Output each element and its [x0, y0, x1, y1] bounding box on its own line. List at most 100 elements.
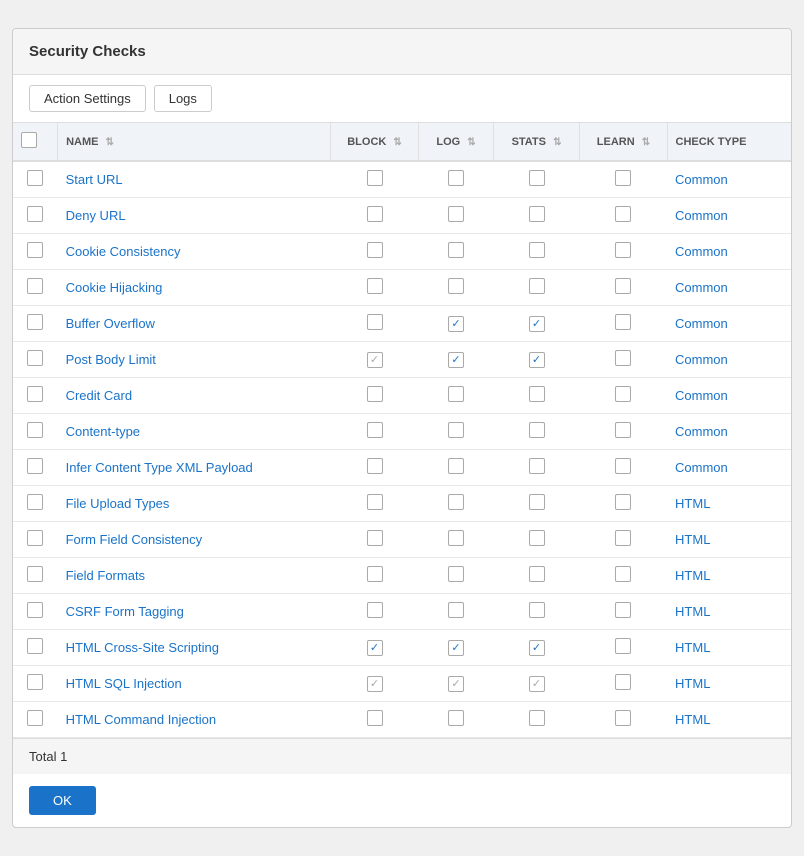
log-checkbox[interactable]: [448, 566, 464, 582]
row-select-checkbox[interactable]: [27, 530, 43, 546]
row-log[interactable]: [419, 342, 493, 378]
col-block-header[interactable]: BLOCK ⇅: [330, 123, 419, 161]
learn-checkbox[interactable]: [615, 206, 631, 222]
row-learn[interactable]: [580, 450, 667, 486]
log-checkbox[interactable]: [448, 316, 464, 332]
stats-checkbox[interactable]: [529, 602, 545, 618]
row-select-checkbox[interactable]: [27, 602, 43, 618]
stats-checkbox[interactable]: [529, 352, 545, 368]
row-stats[interactable]: [493, 558, 580, 594]
learn-checkbox[interactable]: [615, 170, 631, 186]
row-block[interactable]: [330, 198, 419, 234]
row-stats[interactable]: [493, 306, 580, 342]
col-log-header[interactable]: LOG ⇅: [419, 123, 493, 161]
row-select-checkbox[interactable]: [27, 494, 43, 510]
row-name[interactable]: Buffer Overflow: [58, 306, 331, 342]
stats-checkbox[interactable]: [529, 316, 545, 332]
logs-button[interactable]: Logs: [154, 85, 212, 112]
row-log[interactable]: [419, 666, 493, 702]
row-name[interactable]: Content-type: [58, 414, 331, 450]
block-checkbox[interactable]: [367, 242, 383, 258]
log-checkbox[interactable]: [448, 242, 464, 258]
learn-checkbox[interactable]: [615, 422, 631, 438]
log-checkbox[interactable]: [448, 640, 464, 656]
row-stats[interactable]: [493, 522, 580, 558]
log-checkbox[interactable]: [448, 676, 464, 692]
row-learn[interactable]: [580, 558, 667, 594]
row-block[interactable]: [330, 558, 419, 594]
row-name[interactable]: CSRF Form Tagging: [58, 594, 331, 630]
row-select-checkbox[interactable]: [27, 278, 43, 294]
row-log[interactable]: [419, 702, 493, 738]
log-checkbox[interactable]: [448, 530, 464, 546]
row-log[interactable]: [419, 378, 493, 414]
row-name[interactable]: Deny URL: [58, 198, 331, 234]
row-name[interactable]: Post Body Limit: [58, 342, 331, 378]
row-block[interactable]: [330, 378, 419, 414]
row-log[interactable]: [419, 450, 493, 486]
row-log[interactable]: [419, 414, 493, 450]
block-checkbox[interactable]: [367, 710, 383, 726]
log-checkbox[interactable]: [448, 422, 464, 438]
row-stats[interactable]: [493, 198, 580, 234]
row-select-checkbox[interactable]: [27, 206, 43, 222]
row-block[interactable]: [330, 522, 419, 558]
log-checkbox[interactable]: [448, 386, 464, 402]
row-block[interactable]: [330, 450, 419, 486]
row-block[interactable]: [330, 630, 419, 666]
row-log[interactable]: [419, 558, 493, 594]
row-block[interactable]: [330, 342, 419, 378]
row-stats[interactable]: [493, 450, 580, 486]
row-select-checkbox[interactable]: [27, 386, 43, 402]
row-stats[interactable]: [493, 486, 580, 522]
row-select-checkbox[interactable]: [27, 350, 43, 366]
row-learn[interactable]: [580, 594, 667, 630]
row-block[interactable]: [330, 666, 419, 702]
stats-checkbox[interactable]: [529, 278, 545, 294]
row-select-checkbox[interactable]: [27, 458, 43, 474]
learn-checkbox[interactable]: [615, 386, 631, 402]
learn-checkbox[interactable]: [615, 602, 631, 618]
block-checkbox[interactable]: [367, 530, 383, 546]
row-select-checkbox[interactable]: [27, 314, 43, 330]
learn-checkbox[interactable]: [615, 494, 631, 510]
log-checkbox[interactable]: [448, 170, 464, 186]
learn-checkbox[interactable]: [615, 530, 631, 546]
learn-checkbox[interactable]: [615, 350, 631, 366]
stats-checkbox[interactable]: [529, 170, 545, 186]
row-learn[interactable]: [580, 161, 667, 198]
row-block[interactable]: [330, 594, 419, 630]
row-name[interactable]: Start URL: [58, 161, 331, 198]
block-checkbox[interactable]: [367, 206, 383, 222]
row-name[interactable]: Form Field Consistency: [58, 522, 331, 558]
block-checkbox[interactable]: [367, 458, 383, 474]
row-stats[interactable]: [493, 234, 580, 270]
learn-checkbox[interactable]: [615, 278, 631, 294]
row-learn[interactable]: [580, 234, 667, 270]
ok-button[interactable]: OK: [29, 786, 96, 815]
row-select-checkbox[interactable]: [27, 422, 43, 438]
block-checkbox[interactable]: [367, 352, 383, 368]
block-checkbox[interactable]: [367, 566, 383, 582]
row-log[interactable]: [419, 198, 493, 234]
block-checkbox[interactable]: [367, 278, 383, 294]
row-log[interactable]: [419, 522, 493, 558]
row-name[interactable]: File Upload Types: [58, 486, 331, 522]
row-select-checkbox[interactable]: [27, 710, 43, 726]
stats-checkbox[interactable]: [529, 386, 545, 402]
stats-checkbox[interactable]: [529, 458, 545, 474]
learn-checkbox[interactable]: [615, 566, 631, 582]
block-checkbox[interactable]: [367, 314, 383, 330]
row-stats[interactable]: [493, 270, 580, 306]
row-block[interactable]: [330, 234, 419, 270]
row-learn[interactable]: [580, 342, 667, 378]
stats-checkbox[interactable]: [529, 566, 545, 582]
row-block[interactable]: [330, 702, 419, 738]
learn-checkbox[interactable]: [615, 458, 631, 474]
row-select-checkbox[interactable]: [27, 566, 43, 582]
row-stats[interactable]: [493, 378, 580, 414]
col-learn-header[interactable]: LEARN ⇅: [580, 123, 667, 161]
row-log[interactable]: [419, 234, 493, 270]
stats-checkbox[interactable]: [529, 530, 545, 546]
row-name[interactable]: Infer Content Type XML Payload: [58, 450, 331, 486]
